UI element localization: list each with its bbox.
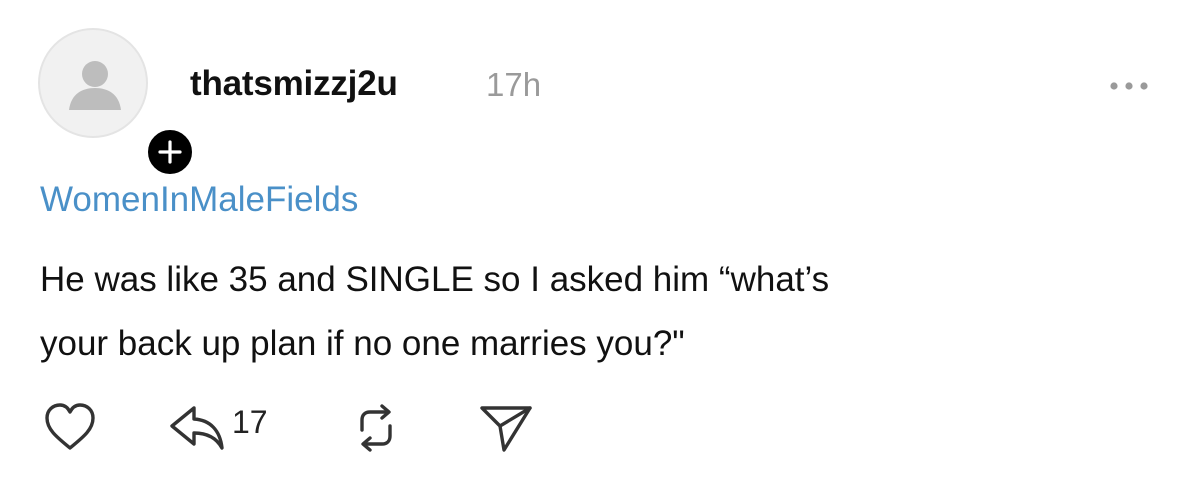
- username-link[interactable]: thatsmizzj2u: [190, 64, 398, 104]
- post-body-line: He was like 35 and SINGLE so I asked him…: [40, 260, 830, 299]
- avatar[interactable]: [38, 28, 148, 138]
- plus-icon: [158, 140, 182, 164]
- post-actions: 17: [0, 400, 600, 460]
- repost-icon: [360, 404, 392, 452]
- reply-count: 17: [232, 404, 268, 440]
- avatar-container[interactable]: [38, 28, 196, 178]
- default-user-avatar-icon: [69, 61, 121, 110]
- reply-arrow-icon: [170, 406, 224, 450]
- reply-button[interactable]: [166, 400, 228, 461]
- post-body-line: your back up plan if no one marries you?…: [40, 324, 685, 363]
- repost-button[interactable]: [348, 400, 404, 461]
- send-icon: [480, 406, 532, 452]
- post-body: He was like 35 and SINGLE so I asked him…: [40, 248, 1140, 376]
- more-horizontal-icon: [1110, 82, 1148, 90]
- share-button[interactable]: [476, 400, 536, 461]
- follow-button[interactable]: [144, 126, 196, 178]
- like-button[interactable]: [40, 400, 100, 461]
- post-timestamp: 17h: [486, 66, 542, 103]
- post-card: thatsmizzj2u 17h WomenInMaleFields He wa…: [0, 0, 1194, 494]
- more-options-button[interactable]: [1104, 74, 1154, 98]
- community-link[interactable]: WomenInMaleFields: [40, 180, 358, 220]
- heart-icon: [45, 403, 95, 450]
